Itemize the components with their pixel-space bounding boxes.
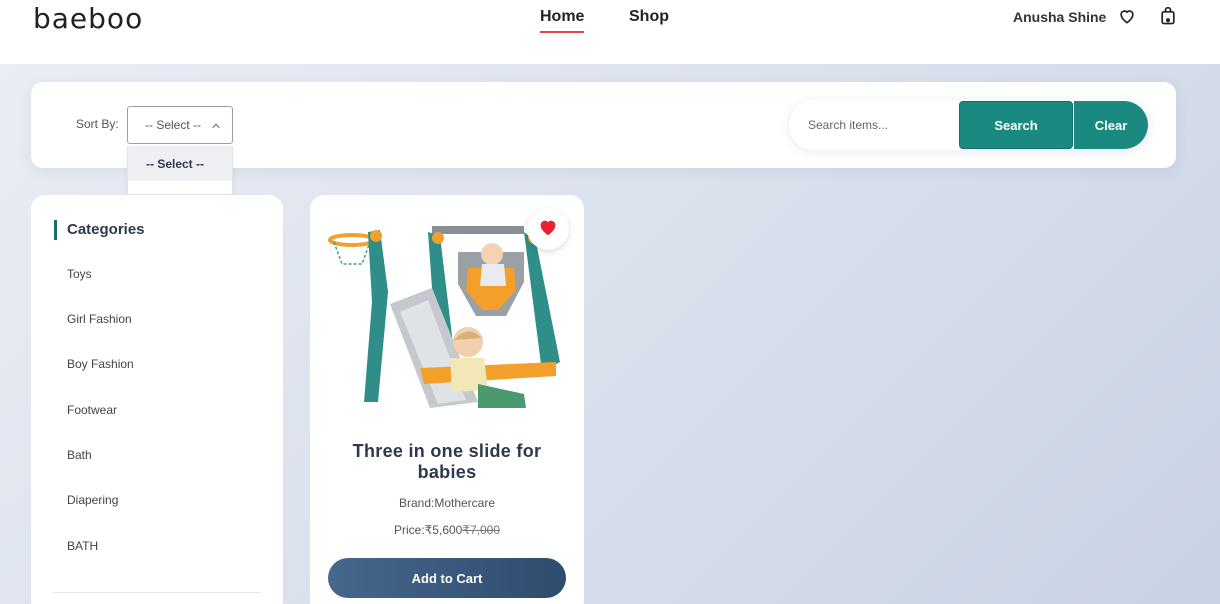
add-to-cart-button[interactable]: Add to Cart (328, 558, 566, 598)
category-diapering[interactable]: Diapering (67, 493, 118, 507)
nav-shop[interactable]: Shop (629, 8, 669, 31)
category-bath[interactable]: Bath (67, 448, 92, 462)
category-girl-fashion[interactable]: Girl Fashion (67, 312, 132, 326)
sort-label: Sort By: (76, 117, 119, 131)
category-bath-upper[interactable]: BATH (67, 539, 98, 553)
product-price: Price:₹5,600₹7,000 (330, 523, 564, 537)
user-name[interactable]: Anusha Shine (1013, 9, 1106, 25)
category-footwear[interactable]: Footwear (67, 403, 117, 417)
categories-title: Categories (54, 220, 145, 240)
current-price: ₹5,600 (424, 523, 463, 537)
favorite-button[interactable] (527, 208, 569, 250)
search-input[interactable] (789, 100, 959, 150)
sidebar-divider (53, 592, 261, 593)
product-title[interactable]: Three in one slide for babies (330, 441, 564, 483)
logo[interactable]: baeboo (33, 2, 143, 35)
heart-filled-icon (538, 218, 558, 241)
category-boy-fashion[interactable]: Boy Fashion (67, 357, 134, 371)
product-brand: Brand:Mothercare (398, 496, 496, 510)
sort-option-select[interactable]: -- Select -- (128, 146, 232, 181)
sort-select-value: -- Select -- (145, 118, 202, 132)
sort-dropdown: -- Select -- (127, 146, 233, 195)
header: baeboo Home Shop Anusha Shine (0, 0, 1220, 64)
heart-icon[interactable] (1117, 6, 1137, 26)
category-toys[interactable]: Toys (67, 267, 92, 281)
chevron-up-icon (212, 119, 220, 128)
shopping-bag-icon[interactable] (1158, 6, 1178, 26)
nav-home[interactable]: Home (540, 8, 585, 33)
clear-button[interactable]: Clear (1074, 101, 1148, 149)
search-button[interactable]: Search (959, 101, 1073, 149)
old-price: ₹7,000 (462, 523, 501, 537)
price-label: Price: (393, 523, 425, 537)
sort-select[interactable]: -- Select -- (127, 106, 233, 144)
